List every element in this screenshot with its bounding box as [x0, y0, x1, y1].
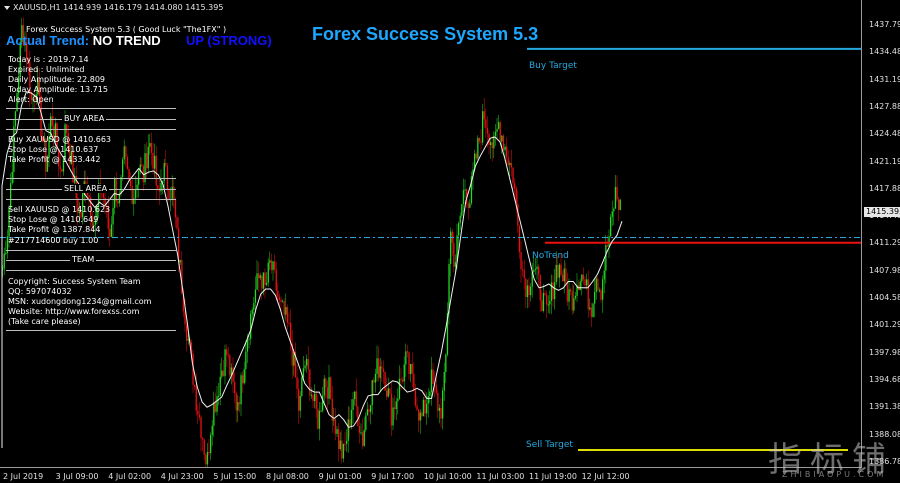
info-msn: MSN: xudongdong1234@gmail.com: [8, 297, 152, 306]
time-tick-label: 10 Jul 10:00: [423, 472, 472, 481]
separator: [6, 270, 176, 271]
time-tick-label: 4 Jul 23:00: [160, 472, 204, 481]
separator: [6, 178, 176, 179]
symbol-ohlc-text: XAUUSD,H1 1414.939 1416.179 1414.080 141…: [13, 3, 224, 12]
price-tick-label: 1401.290: [869, 320, 900, 330]
time-tick-label: 8 Jul 08:00: [266, 472, 309, 481]
info-website: Website: http://www.forexss.com: [8, 307, 140, 316]
info-alert: Alert: Open: [8, 95, 54, 104]
price-tick-label: 1431.190: [869, 74, 900, 84]
time-tick-label: 4 Jul 02:00: [108, 472, 152, 481]
dropdown-triangle-icon: [4, 5, 10, 10]
trend-label: Actual Trend:: [6, 33, 90, 48]
separator: [6, 199, 176, 200]
time-tick-label: 9 Jul 01:00: [318, 472, 362, 481]
info-daily-amplitude: Daily Amplitude: 22.809: [8, 75, 106, 84]
team-title: TEAM: [70, 255, 97, 264]
separator: [6, 250, 176, 251]
current-price-marker: 1415.395: [864, 207, 900, 217]
price-tick-label: 1404.580: [869, 293, 900, 302]
price-tick-label: 1394.680: [869, 374, 900, 384]
symbol-header: XAUUSD,H1 1414.939 1416.179 1414.080 141…: [4, 3, 223, 12]
time-tick-label: 9 Jul 17:00: [371, 472, 415, 481]
sell-target-label: Sell Target: [526, 440, 573, 450]
separator: [6, 129, 176, 130]
info-buy-take-profit: Take Profit @ 1433.442: [8, 155, 101, 164]
time-tick-label: 2 Jul 2019: [3, 472, 44, 481]
price-tick-label: 1427.880: [869, 101, 900, 111]
buy-target-label: Buy Target: [529, 61, 577, 71]
info-today-amplitude: Today Amplitude: 13.715: [8, 85, 108, 94]
actual-trend-row: Actual Trend: NO TREND: [6, 33, 161, 48]
plot-border: [0, 0, 862, 468]
price-tick-label: 1417.880: [869, 183, 900, 193]
info-buy-stop: Stop Lose @ 1410.637: [8, 145, 99, 154]
system-title: Forex Success System 5.3: [312, 24, 539, 44]
info-copyright: Copyright: Success System Team: [8, 277, 141, 286]
trend-value: NO TREND: [92, 33, 161, 48]
info-qq: QQ: 597074032: [8, 287, 72, 296]
info-take-care: (Take care please): [8, 317, 81, 326]
watermark-subtext: ZHIBIAOPU.COM: [782, 470, 887, 479]
info-buy: Buy XAUUSD @ 1410.663: [8, 135, 111, 144]
time-tick-label: 5 Jul 15:00: [213, 472, 257, 481]
price-tick-label: 1437.790: [869, 20, 900, 29]
info-sell: Sell XAUUSD @ 1410.623: [8, 205, 111, 214]
price-tick-label: 1397.980: [869, 347, 900, 357]
buy-area-title: BUY AREA: [62, 114, 107, 123]
time-tick-label: 11 Jul 19:00: [529, 472, 577, 481]
price-tick-label: 1424.480: [869, 129, 900, 139]
price-tick-label: 1421.190: [869, 156, 900, 166]
info-order: #217714600 buy 1.00: [8, 236, 99, 245]
time-tick-label: 12 Jul 12:00: [581, 472, 630, 481]
trend-strength: UP (STRONG): [186, 33, 272, 48]
sell-area-title: SELL AREA: [62, 184, 110, 193]
no-trend-label: NoTrend: [532, 251, 569, 261]
info-sell-take-profit: Take Profit @ 1387.844: [8, 225, 101, 234]
time-tick-label: 3 Jul 09:00: [55, 472, 99, 481]
price-tick-label: 1391.380: [869, 402, 900, 412]
separator: [6, 330, 176, 331]
price-tick-label: 1411.290: [869, 238, 900, 248]
time-tick-label: 11 Jul 03:00: [476, 472, 525, 481]
info-sell-stop: Stop Lose @ 1410.649: [8, 215, 99, 224]
info-today: Today is : 2019.7.14: [8, 55, 89, 64]
info-expired: Expired : Unlimited: [8, 65, 85, 74]
chart-window[interactable]: XAUUSD,H1 1414.939 1416.179 1414.080 141…: [0, 0, 900, 483]
price-tick-label: 1407.980: [869, 265, 900, 275]
price-tick-label: 1434.480: [869, 47, 900, 57]
separator: [6, 108, 176, 109]
